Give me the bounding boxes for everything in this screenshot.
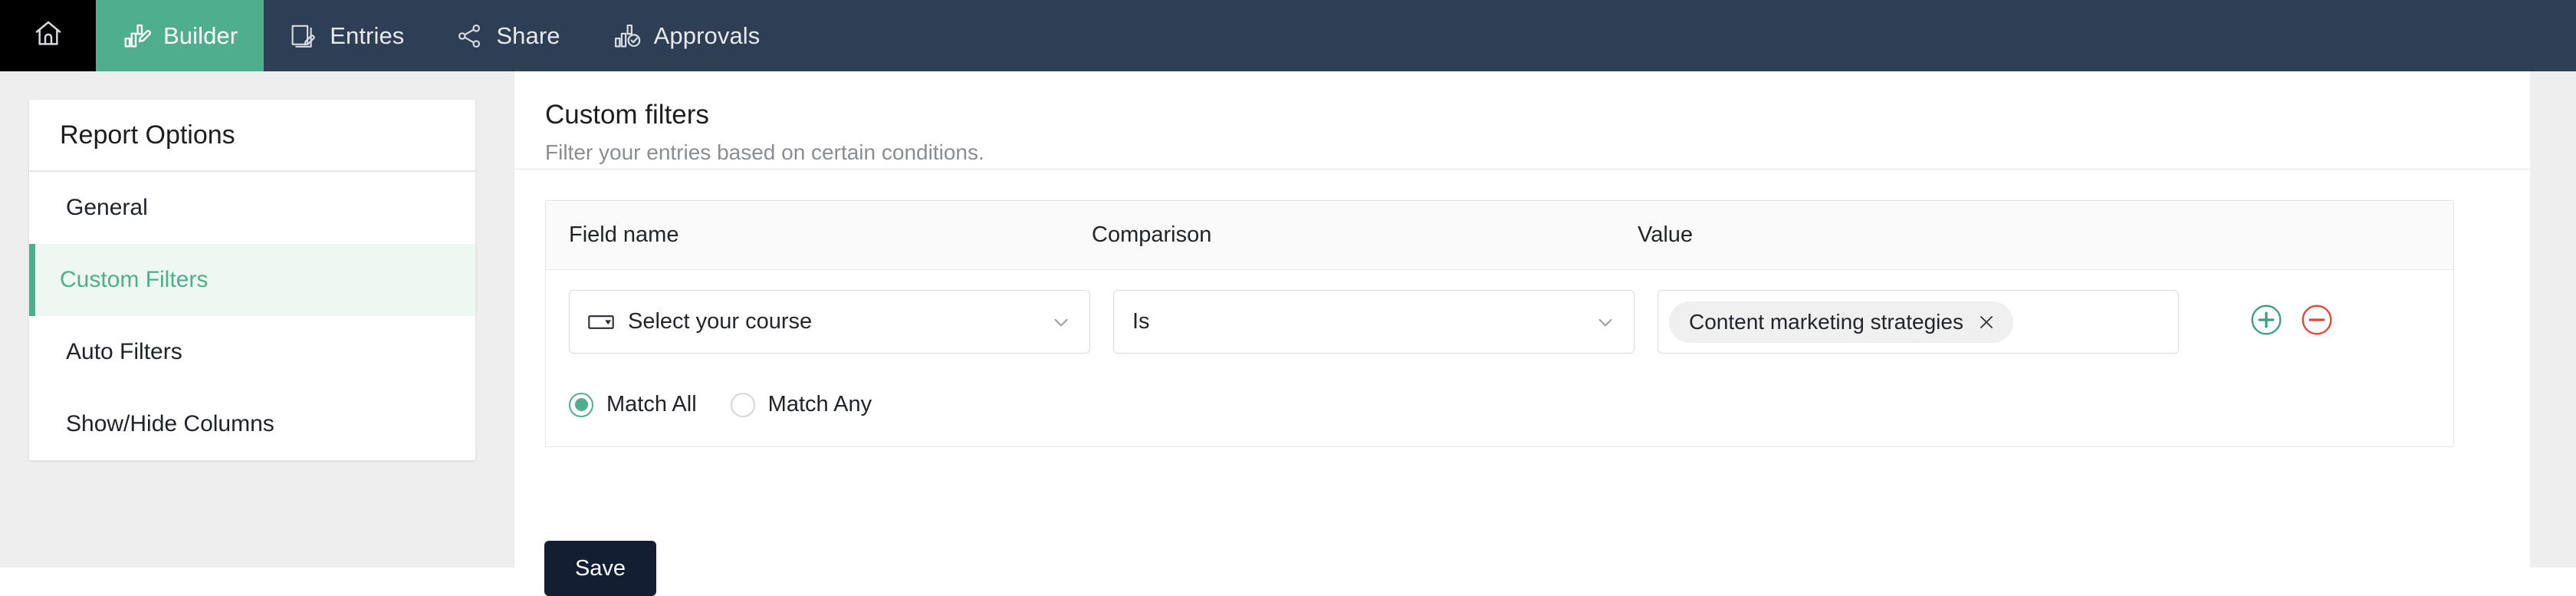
sidebar-item-auto-filters[interactable]: Auto Filters [29, 316, 475, 388]
radio-match-all[interactable]: Match All [569, 392, 697, 417]
radio-match-any-label: Match Any [767, 392, 872, 417]
main-header: Custom filters Filter your entries based… [514, 71, 2530, 170]
save-button[interactable]: Save [544, 541, 656, 596]
column-header-value: Value [1638, 222, 1694, 247]
comparison-select-value: Is [1132, 309, 1150, 334]
radio-match-any[interactable]: Match Any [730, 392, 872, 417]
column-header-comparison: Comparison [1092, 222, 1212, 247]
remove-filter-row-button[interactable] [2300, 303, 2334, 341]
filter-table-header: Field name Comparison Value [546, 201, 2453, 270]
filter-table-body: Select your course Is Content marketing … [546, 270, 2453, 446]
sidebar-item-label: Custom Filters [60, 267, 209, 292]
main-content-panel: Custom filters Filter your entries based… [514, 71, 2530, 568]
report-options-sidebar: Report Options General Custom Filters Au… [29, 100, 475, 460]
chart-check-icon [613, 21, 642, 51]
field-name-select[interactable]: Select your course [569, 290, 1090, 354]
documents-pencil-icon [290, 22, 317, 50]
custom-filters-card: Field name Comparison Value Select your … [545, 200, 2454, 447]
radio-indicator [730, 392, 755, 417]
filter-row: Select your course Is Content marketing … [546, 290, 2453, 354]
chevron-down-icon [1594, 311, 1617, 334]
tab-entries[interactable]: Entries [264, 0, 430, 71]
page-subtitle: Filter your entries based on certain con… [545, 140, 984, 164]
sidebar-item-label: Show/Hide Columns [66, 411, 274, 436]
sidebar-item-label: General [66, 195, 148, 220]
page-body: Report Options General Custom Filters Au… [0, 71, 2576, 596]
column-header-field-name: Field name [569, 222, 679, 247]
match-mode-radio-group: Match All Match Any [546, 392, 2453, 417]
value-chip[interactable]: Content marketing strategies [1669, 301, 2013, 343]
comparison-select[interactable]: Is [1113, 290, 1635, 354]
sidebar-item-show-hide-columns[interactable]: Show/Hide Columns [29, 388, 475, 460]
top-navigation-bar: Builder Entries Share Approvals [0, 0, 2576, 71]
tab-entries-label: Entries [330, 21, 405, 49]
value-chip-label: Content marketing strategies [1689, 309, 1963, 334]
chevron-down-icon [1050, 311, 1073, 334]
chart-pencil-icon [122, 21, 151, 51]
value-multiselect[interactable]: Content marketing strategies [1658, 290, 2179, 354]
tab-share[interactable]: Share [430, 0, 586, 71]
tab-builder[interactable]: Builder [96, 0, 264, 71]
field-name-select-value: Select your course [628, 309, 813, 334]
close-icon[interactable] [1976, 312, 1996, 332]
share-nodes-icon [456, 22, 484, 50]
tab-approvals-label: Approvals [653, 21, 761, 49]
add-filter-row-button[interactable] [2249, 303, 2283, 341]
sidebar-item-label: Auto Filters [66, 339, 182, 364]
tab-approvals[interactable]: Approvals [586, 0, 787, 71]
plus-circle-icon [2249, 303, 2283, 341]
sidebar-item-custom-filters[interactable]: Custom Filters [29, 244, 475, 316]
home-icon [33, 18, 64, 53]
sidebar-title: Report Options [29, 100, 475, 172]
page-title: Custom filters [545, 100, 709, 130]
row-action-buttons [2249, 303, 2334, 341]
home-button[interactable] [0, 0, 96, 71]
tab-share-label: Share [496, 21, 560, 49]
radio-indicator [569, 392, 593, 417]
sidebar-item-general[interactable]: General [29, 172, 475, 244]
radio-match-all-label: Match All [606, 392, 697, 417]
dropdown-field-icon [588, 313, 614, 331]
tab-builder-label: Builder [163, 21, 238, 49]
minus-circle-icon [2300, 303, 2334, 341]
